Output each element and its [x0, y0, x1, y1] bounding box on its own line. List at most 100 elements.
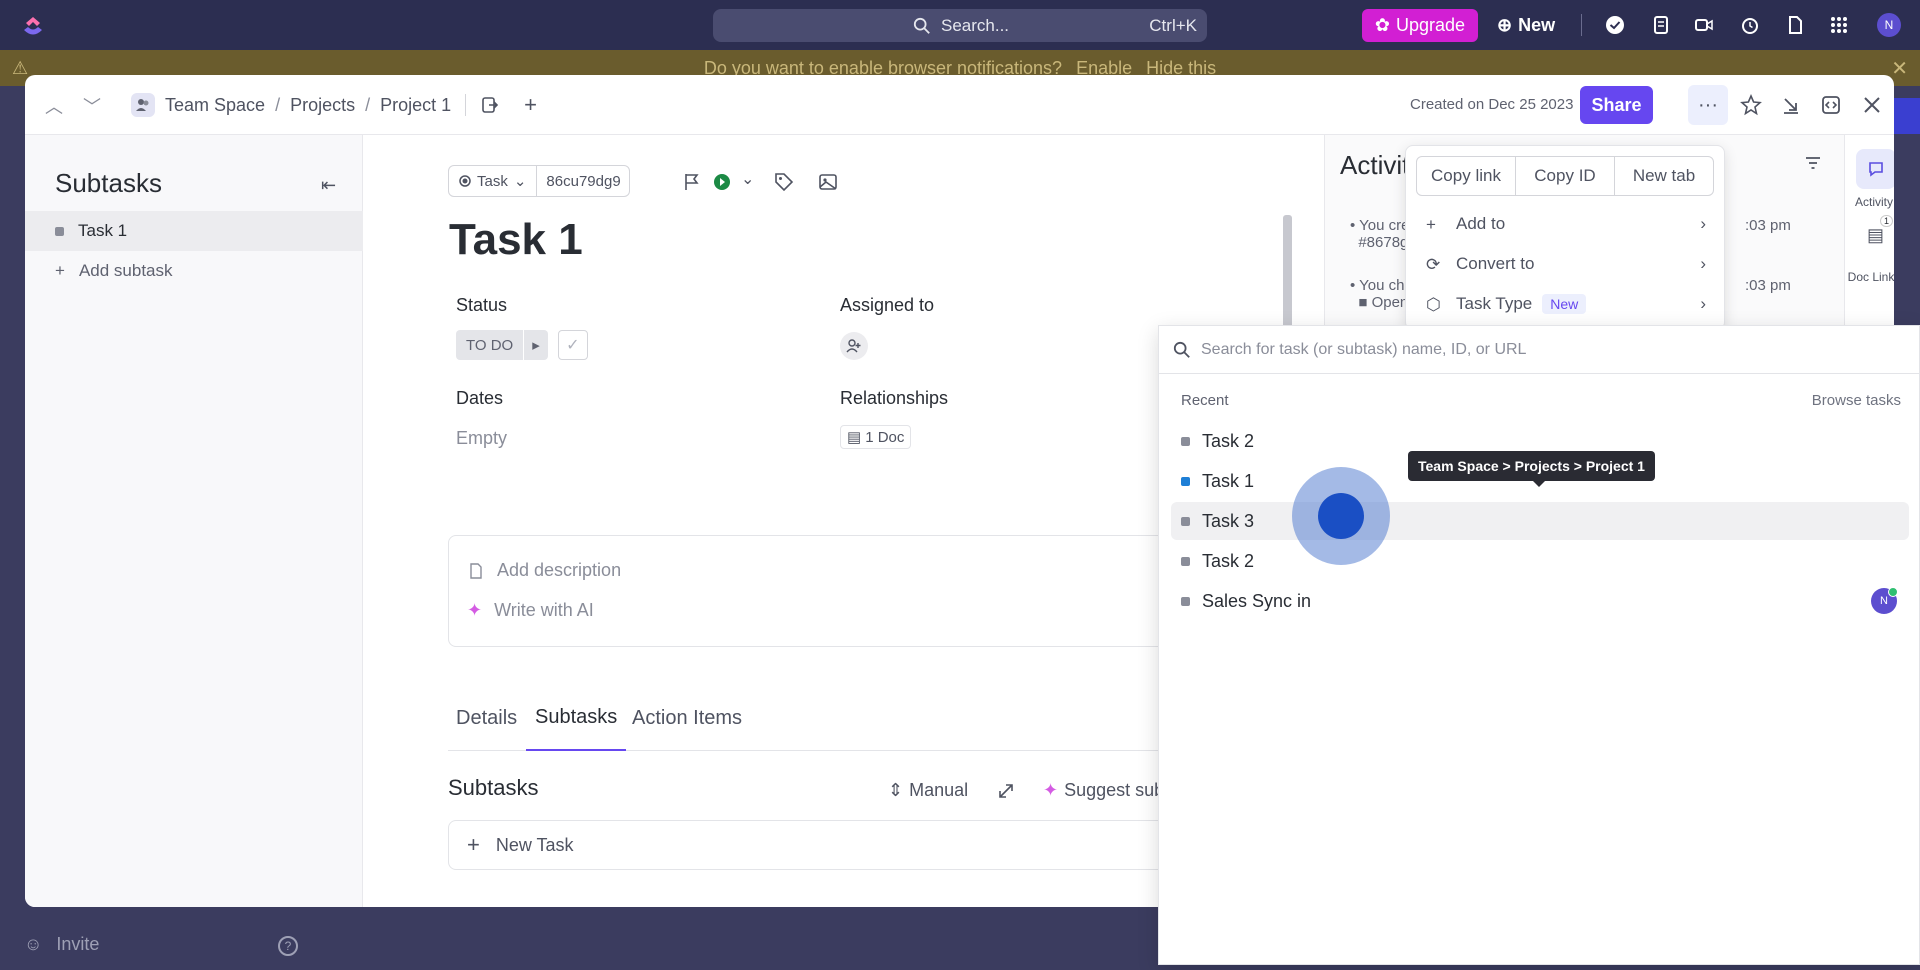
flag-icon[interactable] [681, 171, 703, 193]
recent-task-item[interactable]: Task 3 [1171, 502, 1909, 540]
alarm-clock-icon[interactable] [1739, 14, 1761, 36]
activity-rail-label: Activity [1854, 195, 1893, 209]
sort-icon: ⇕ [888, 780, 904, 800]
add-description-label: Add description [497, 560, 622, 580]
doc-links-rail-label[interactable]: Doc Links [1839, 270, 1894, 284]
task-search-placeholder: Search for task (or subtask) name, ID, o… [1201, 340, 1527, 358]
add-icon[interactable]: + [524, 92, 537, 118]
search-shortcut: Ctrl+K [1149, 15, 1197, 35]
status-dot [1181, 596, 1190, 606]
share-button[interactable]: Share [1580, 86, 1653, 124]
activity-rail-button[interactable] [1856, 149, 1894, 189]
next-status-icon[interactable]: ▸ [523, 330, 548, 360]
menu-item-label: Add to [1456, 214, 1506, 233]
complete-check-icon[interactable]: ✓ [557, 330, 588, 360]
recent-task-item[interactable]: Task 2 [1171, 542, 1909, 580]
subtasks-heading: Subtasks [448, 775, 539, 800]
task-search-input[interactable]: Search for task (or subtask) name, ID, o… [1159, 326, 1919, 374]
tab-subtasks[interactable]: Subtasks [526, 685, 627, 751]
chevron-up-icon[interactable]: ︿ [45, 93, 63, 119]
close-icon[interactable] [1861, 94, 1883, 116]
search-icon [1173, 341, 1190, 358]
tab-action-items[interactable]: Action Items [632, 685, 742, 751]
new-button[interactable]: ⊕ New [1497, 9, 1555, 42]
sidebar-toggle-icon[interactable] [1820, 94, 1842, 116]
subtasks-sidebar: Subtasks ⇤ Task 1 + Add subtask [25, 135, 363, 907]
copy-id-button[interactable]: Copy ID [1516, 157, 1615, 195]
status-field: TO DO ▸ ✓ [456, 330, 588, 360]
task-navigation: ︿ ﹀ [45, 93, 101, 119]
more-options-icon[interactable]: ··· [1688, 85, 1728, 125]
invite-button[interactable]: ☺ Invite [24, 934, 99, 955]
task-type-selector[interactable]: Task ⌄ 86cu79dg9 [448, 165, 630, 197]
document-icon[interactable]: ▤ [1867, 225, 1884, 246]
play-timer-icon[interactable] [713, 171, 735, 193]
menu-item-convert-to[interactable]: ⟳ Convert to › [1426, 248, 1706, 280]
document-icon [470, 562, 482, 579]
recent-task-label: Task 1 [1202, 470, 1255, 491]
topbar-divider [1581, 14, 1582, 36]
dates-value[interactable]: Empty [456, 428, 507, 449]
chevron-right-icon: › [1700, 214, 1706, 233]
star-icon[interactable] [1740, 94, 1762, 116]
status-dot [55, 226, 64, 236]
breadcrumb-project-1[interactable]: Project 1 [380, 95, 451, 116]
sparkle-icon: ✦ [467, 600, 483, 620]
task-search-popup: Search for task (or subtask) name, ID, o… [1158, 325, 1920, 965]
tag-icon[interactable] [773, 171, 795, 193]
search-placeholder: Search... [941, 15, 1010, 35]
collapse-sidebar-icon[interactable]: ⇤ [321, 175, 336, 196]
expand-icon[interactable] [996, 781, 1016, 801]
modal-header: ︿ ﹀ Team Space / Projects / Project 1 + … [25, 75, 1894, 135]
chevron-down-icon[interactable]: ﹀ [83, 93, 101, 119]
sort-manual-button[interactable]: ⇕ Manual [888, 780, 968, 801]
breadcrumb-tooltip: Team Space > Projects > Project 1 [1408, 451, 1655, 487]
tab-details[interactable]: Details [456, 685, 517, 751]
task-title[interactable]: Task 1 [449, 215, 583, 265]
add-description-button[interactable]: Add description [467, 560, 621, 581]
global-search[interactable]: Search... Ctrl+K [713, 9, 1207, 42]
new-task-button[interactable]: + New Task [448, 820, 1248, 870]
relationship-doc-chip[interactable]: ▤ 1 Doc [840, 425, 912, 449]
top-bar: Search... Ctrl+K ✿ Upgrade ⊕ New N [0, 0, 1920, 50]
user-avatar[interactable]: N [1877, 13, 1901, 37]
notepad-icon[interactable] [1650, 14, 1672, 36]
chevron-right-icon: › [1700, 294, 1706, 313]
add-subtask-button[interactable]: + Add subtask [55, 261, 173, 281]
description-box: Add description ✦ Write with AI [448, 535, 1248, 647]
task-type-button[interactable]: Task ⌄ [449, 166, 538, 196]
plus-circle-icon: ⊕ [1497, 15, 1513, 35]
clickup-logo-icon[interactable] [20, 13, 46, 39]
video-icon[interactable] [1693, 14, 1715, 36]
check-circle-icon[interactable] [1604, 14, 1626, 36]
upgrade-icon: ✿ [1374, 15, 1391, 35]
chevron-down-icon[interactable]: ⌄ [741, 169, 754, 189]
copy-link-button[interactable]: Copy link [1417, 157, 1516, 195]
move-icon[interactable] [480, 95, 500, 115]
apps-grid-icon[interactable] [1828, 14, 1850, 36]
write-with-ai-button[interactable]: ✦ Write with AI [467, 600, 594, 621]
status-dropdown[interactable]: TO DO ▸ [456, 330, 548, 360]
image-icon[interactable] [817, 171, 839, 193]
add-assignee-icon[interactable] [840, 332, 868, 360]
menu-item-label: Task Type [1456, 294, 1533, 313]
subtask-item[interactable]: Task 1 [25, 211, 363, 251]
convert-icon: ⟳ [1426, 255, 1441, 274]
status-dot [1181, 436, 1190, 446]
search-icon [913, 17, 930, 34]
breadcrumb-team-space[interactable]: Team Space [165, 95, 265, 116]
recent-task-item[interactable]: Sales Sync in N [1171, 582, 1909, 620]
help-icon[interactable]: ? [278, 936, 298, 956]
minimize-icon[interactable] [1780, 94, 1802, 116]
menu-item-task-type[interactable]: ⬡ Task Type New › [1426, 288, 1706, 320]
new-tab-button[interactable]: New tab [1615, 157, 1713, 195]
document-icon[interactable] [1784, 14, 1806, 36]
menu-item-add-to[interactable]: + Add to › [1426, 208, 1706, 240]
task-id[interactable]: 86cu79dg9 [537, 173, 629, 190]
filter-icon[interactable] [1803, 153, 1823, 173]
copy-actions: Copy link Copy ID New tab [1416, 156, 1714, 196]
browse-tasks-link[interactable]: Browse tasks [1812, 392, 1901, 409]
upgrade-button[interactable]: ✿ Upgrade [1362, 9, 1478, 42]
breadcrumb-projects[interactable]: Projects [290, 95, 355, 116]
task-type-label: Task [477, 172, 508, 190]
